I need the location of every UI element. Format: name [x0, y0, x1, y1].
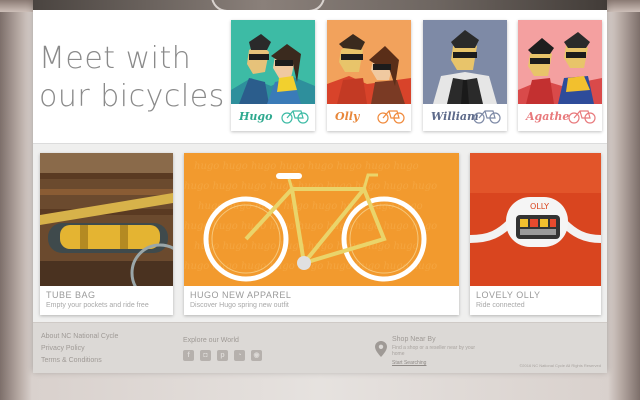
bicycle-icon — [473, 110, 501, 124]
hugo-apparel-image: hugo hugo hugo hugo hugo hugo hugo hugo … — [184, 153, 459, 286]
meet-title-line2: our bicycles — [39, 79, 225, 114]
tile-subtitle: Discover Hugo spring new outfit — [190, 302, 289, 309]
william-illustration — [423, 20, 507, 104]
bicycle-card-william[interactable]: William — [423, 20, 507, 131]
tile-subtitle: Ride connected — [476, 302, 525, 309]
hero-image-strip — [33, 0, 607, 12]
weibo-icon[interactable]: ◉ — [251, 350, 262, 361]
tile-hugo-new-apparel[interactable]: hugo hugo hugo hugo hugo hugo hugo hugo … — [184, 153, 459, 315]
shop-near-by-description: Find a shop or a reseller near by your h… — [392, 345, 476, 357]
copyright-text: ©2016 NC National Cycle All Rights Reser… — [519, 363, 601, 368]
start-searching-link[interactable]: Start Searching — [392, 360, 426, 366]
tile-title: LOVELY OLLY — [476, 290, 541, 300]
agathe-illustration — [518, 20, 602, 104]
svg-text:hugo hugo hugo hugo hugo hugo: hugo hugo hugo hugo hugo hugo hugo hugo … — [184, 221, 437, 232]
tile-title: HUGO NEW APPAREL — [190, 290, 292, 300]
bicycle-card-hugo[interactable]: Hugo — [231, 20, 315, 131]
bicycle-name: Agathe — [526, 110, 570, 123]
bicycle-icon — [568, 110, 596, 124]
meet-title-line1: Meet with — [39, 41, 192, 76]
explore-label: Explore our World — [183, 337, 239, 344]
bicycle-card-agathe[interactable]: Agathe — [518, 20, 602, 131]
pinterest-icon[interactable]: p — [217, 350, 228, 361]
tile-lovely-olly[interactable]: OLLY LOVELY OLLY Ride connected — [470, 153, 601, 315]
lovely-olly-image: OLLY — [470, 153, 601, 286]
bicycle-icon — [377, 110, 405, 124]
bicycle-name: Olly — [335, 110, 360, 123]
instagram-icon[interactable]: ◘ — [200, 350, 211, 361]
shop-near-by-title: Shop Near By — [392, 336, 436, 343]
tile-tube-bag[interactable]: TUBE BAG Empty your pockets and ride fre… — [40, 153, 173, 315]
tube-bag-image — [40, 153, 173, 286]
facebook-icon[interactable]: f — [183, 350, 194, 361]
svg-text:hugo hugo hugo hugo hugo hugo: hugo hugo hugo hugo hugo hugo hugo hugo — [194, 161, 419, 172]
hugo-illustration — [231, 20, 315, 104]
bicycle-name: Hugo — [239, 110, 273, 123]
tile-title: TUBE BAG — [46, 290, 96, 300]
wechat-icon[interactable]: ◔ — [234, 350, 245, 361]
svg-text:hugo hugo hugo hugo hugo hugo: hugo hugo hugo hugo hugo hugo hugo hugo — [194, 241, 419, 252]
footer-link-about[interactable]: About NC National Cycle — [41, 333, 118, 340]
footer-link-terms[interactable]: Terms & Conditions — [41, 357, 102, 364]
tile-subtitle: Empty your pockets and ride free — [46, 302, 149, 309]
meet-title: Meet with our bicycles — [39, 40, 229, 116]
bicycle-icon — [281, 110, 309, 124]
page-container: Meet with our bicycles Hugo Olly William… — [33, 0, 607, 373]
meet-bicycles-section: Meet with our bicycles Hugo Olly William… — [33, 10, 607, 144]
bicycle-card-olly[interactable]: Olly — [327, 20, 411, 131]
footer-link-privacy[interactable]: Privacy Policy — [41, 345, 85, 352]
svg-text:OLLY: OLLY — [530, 202, 549, 211]
olly-illustration — [327, 20, 411, 104]
footer: About NC National Cycle Privacy Policy T… — [33, 322, 607, 373]
location-pin-icon — [375, 341, 387, 357]
